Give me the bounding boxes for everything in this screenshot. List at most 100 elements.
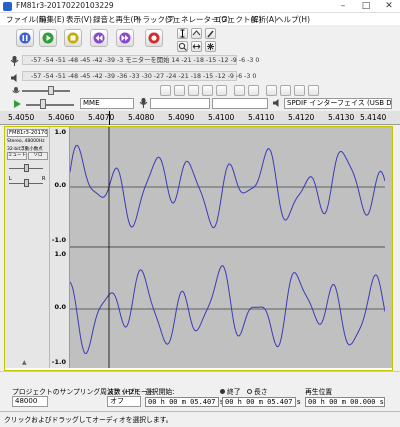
edit-toolbar (236, 59, 396, 79)
stop-button[interactable] (64, 29, 82, 47)
vruler-mid-label-2: 0.0 (54, 303, 66, 311)
menu-edit[interactable]: 編集(E) (39, 14, 65, 25)
skip-end-button[interactable] (116, 29, 134, 47)
selection-tool-icon[interactable] (177, 28, 188, 39)
length-radio[interactable]: 長さ (247, 386, 268, 396)
undo-icon[interactable] (234, 85, 245, 96)
selection-start-label: 選択開始: (145, 388, 175, 396)
track-name-button[interactable]: FM81r3-2017022 (7, 129, 48, 137)
vruler-top-label-2: 1.0 (54, 250, 66, 258)
track-info-format: Stereo, 48000Hz (7, 139, 45, 144)
speed-slider[interactable] (26, 104, 74, 106)
speed-slider-thumb[interactable] (40, 99, 46, 109)
vertical-ruler: 1.0 0.0 -1.0 1.0 0.0 -1.0 (50, 127, 70, 368)
selection-toolbar: プロジェクトのサンプリング周波数 (Hz): 48000 スナップモード オフ … (0, 371, 400, 411)
redo-icon[interactable] (248, 85, 259, 96)
skip-start-icon (91, 30, 107, 46)
playback-position-time[interactable]: 00 h 00 m 00.000 s (305, 397, 385, 407)
vruler-bottom-label-2: -1.0 (51, 358, 66, 366)
collapse-track-icon[interactable]: ▲ (22, 359, 27, 366)
end-radio-dot (220, 389, 225, 394)
playback-position-label: 再生位置 (305, 388, 333, 396)
vruler-bottom-label: -1.0 (51, 236, 66, 244)
ruler-tick: 5.4130 (328, 113, 355, 122)
menu-view[interactable]: 表示(V) (66, 14, 92, 25)
title-bar: FM81r3-20170220103229 – □ ✕ (0, 0, 400, 13)
zoom-out-icon[interactable] (280, 85, 291, 96)
menu-analyze[interactable]: 解析(A) (251, 14, 277, 25)
track-control-panel[interactable]: FM81r3-2017022 Stereo, 48000Hz 32-bit浮動小… (5, 127, 50, 368)
record-device-select[interactable] (150, 98, 210, 109)
trim-icon[interactable] (202, 85, 213, 96)
solo-button[interactable]: ソロ (28, 152, 48, 160)
skip-end-icon (117, 30, 133, 46)
record-channels-select[interactable] (212, 98, 268, 109)
gain-slider-thumb[interactable] (24, 164, 29, 172)
fit-selection-icon[interactable] (294, 85, 305, 96)
audio-host-select[interactable]: MME (80, 98, 134, 109)
ruler-tick: 5.4120 (288, 113, 315, 122)
window-title: FM81r3-20170220103229 (16, 1, 114, 10)
play-button[interactable] (39, 29, 57, 47)
minimize-button[interactable]: – (332, 0, 354, 12)
ruler-tick: 5.4050 (8, 113, 35, 122)
zoom-in-icon[interactable] (266, 85, 277, 96)
close-button[interactable]: ✕ (378, 0, 400, 12)
paste-icon[interactable] (188, 85, 199, 96)
pan-left-label: L (9, 176, 12, 182)
record-volume-slider[interactable] (22, 90, 70, 92)
play-icon (40, 30, 56, 46)
toolbar-area: -57 -54 -51 -48 -45 -42 -39 -3 モニターを開始 1… (0, 25, 400, 111)
skip-start-button[interactable] (90, 29, 108, 47)
end-radio-label: 終了 (227, 388, 241, 396)
ruler-tick: 5.4080 (128, 113, 155, 122)
mic-icon (10, 56, 19, 68)
selection-end-time[interactable]: 00 h 00 m 05.407 s (222, 397, 301, 407)
menu-bar: ファイル(F) 編集(E) 表示(V) 録音と再生(P) トラック(T) ジェネ… (0, 13, 400, 25)
playback-meter-scale: -57 -54 -51 -48 -45 -42 -39 -36 -33 -30 … (31, 73, 257, 80)
draw-tool-icon[interactable] (205, 28, 216, 39)
copy-icon[interactable] (174, 85, 185, 96)
silence-icon[interactable] (216, 85, 227, 96)
pan-slider-thumb[interactable] (24, 179, 29, 187)
mute-button[interactable]: ミュート (7, 152, 27, 160)
speaker-icon (10, 73, 20, 85)
ruler-tick: 5.4110 (248, 113, 275, 122)
playback-meter[interactable]: -57 -54 -51 -48 -45 -42 -39 -36 -33 -30 … (22, 71, 256, 81)
length-radio-label: 長さ (254, 388, 268, 396)
maximize-button[interactable]: □ (355, 0, 377, 12)
waveform-area[interactable] (70, 127, 385, 368)
end-radio[interactable]: 終了 (220, 386, 241, 396)
ruler-tick: 5.4060 (48, 113, 75, 122)
record-meter[interactable]: -57 -54 -51 -48 -45 -42 -39 -3 モニターを開始 1… (22, 55, 259, 65)
ruler-tick: 5.4090 (168, 113, 195, 122)
record-meter-scale: -57 -54 -51 -48 -45 -42 -39 -3 モニターを開始 1… (31, 57, 260, 64)
record-device-icon (139, 98, 148, 110)
ruler-tick: 5.4070 (88, 113, 115, 122)
timeshift-tool-icon[interactable] (191, 41, 202, 52)
vruler-mid-label: 0.0 (54, 181, 66, 189)
mic-volume-icon (12, 87, 20, 98)
waveform-svg (70, 127, 385, 368)
output-device-icon (272, 98, 282, 110)
fit-project-icon[interactable] (308, 85, 319, 96)
menu-transport[interactable]: 録音と再生(P) (93, 14, 141, 25)
record-volume-thumb[interactable] (48, 86, 54, 95)
envelope-tool-icon[interactable] (191, 28, 202, 39)
menu-help[interactable]: ヘルプ(H) (276, 14, 310, 25)
pause-button[interactable] (16, 29, 34, 47)
play-at-speed-icon[interactable] (12, 99, 22, 111)
timeline-ruler[interactable]: 5.4050 5.4060 5.4070 5.4080 5.4090 5.410… (0, 111, 400, 125)
cut-icon[interactable] (160, 85, 171, 96)
selection-start-time[interactable]: 00 h 00 m 05.407 s (145, 397, 224, 407)
output-device-select[interactable]: SPDIF インターフェイス (USB DAC (284, 98, 392, 109)
pause-icon (17, 30, 33, 46)
project-rate-select[interactable]: 48000 (12, 396, 48, 407)
ruler-tick: 5.4100 (208, 113, 235, 122)
multi-tool-icon[interactable] (205, 41, 216, 52)
snap-mode-select[interactable]: オフ (107, 396, 141, 407)
channel-right-bg (70, 248, 385, 368)
record-button[interactable] (145, 29, 163, 47)
zoom-tool-icon[interactable] (177, 41, 188, 52)
track-right-edge (385, 127, 392, 368)
